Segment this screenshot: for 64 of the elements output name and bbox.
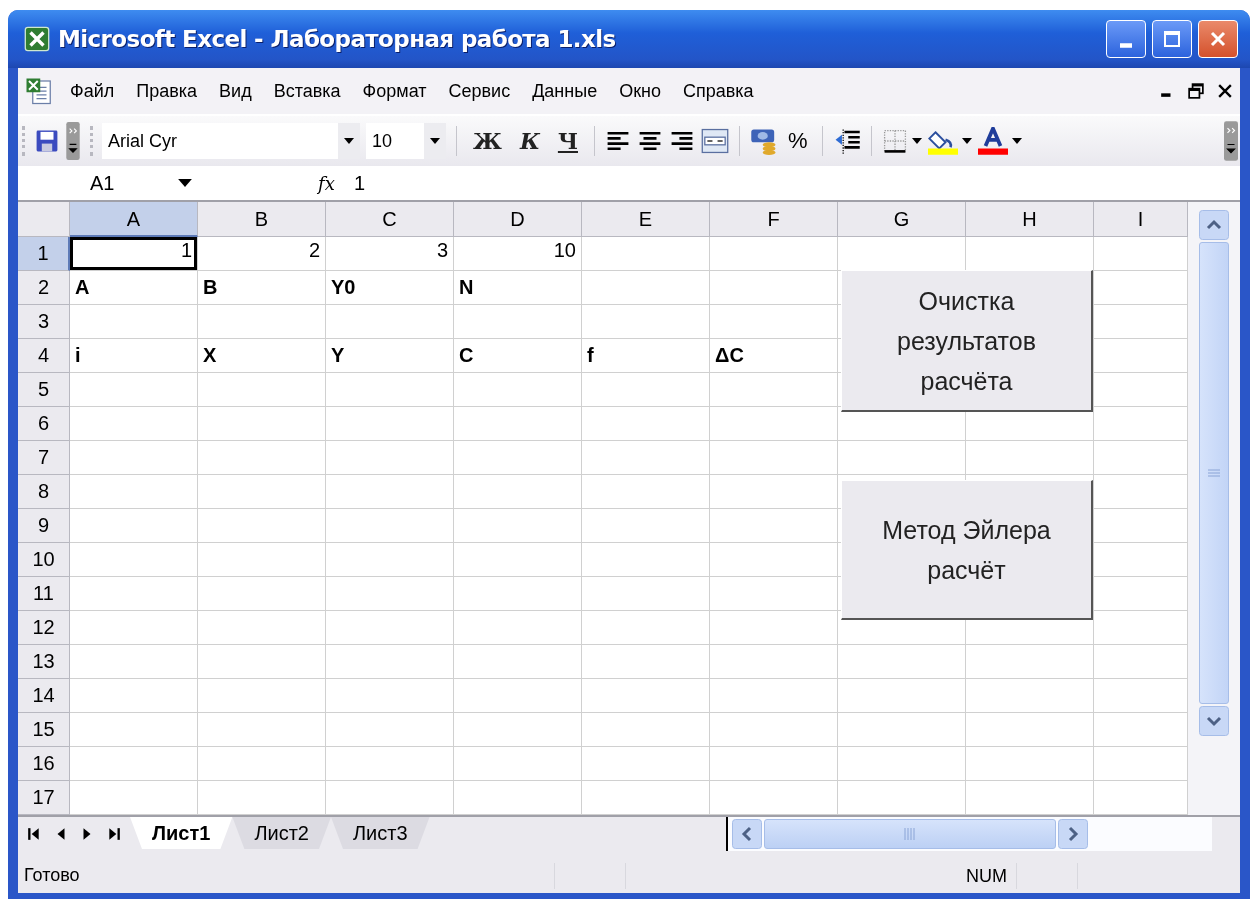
column-header[interactable]: I [1094, 202, 1188, 237]
row-header[interactable]: 15 [18, 713, 70, 747]
column-header[interactable]: D [454, 202, 582, 237]
row-header[interactable]: 4 [18, 339, 70, 373]
row-header[interactable]: 5 [18, 373, 70, 407]
function-button[interactable]: fx [318, 172, 344, 194]
menu-item[interactable]: Файл [70, 80, 115, 102]
table-cell: i [70, 339, 198, 373]
menu-item[interactable]: Правка [136, 80, 198, 102]
row-header[interactable]: 13 [18, 645, 70, 679]
macro-button[interactable]: Метод Эйлера расчёт [841, 480, 1093, 620]
sheet-tab[interactable]: Лист1 [130, 817, 233, 849]
row-header[interactable]: 10 [18, 543, 70, 577]
table-cell: C [454, 339, 582, 373]
table-cell: 1 [70, 237, 198, 271]
menu-item[interactable]: Сервис [448, 80, 511, 102]
bold-button[interactable]: Ж [467, 128, 508, 154]
table-cell: X [198, 339, 326, 373]
row-header[interactable]: 14 [18, 679, 70, 713]
column-header[interactable]: C [326, 202, 454, 237]
row-header[interactable]: 7 [18, 441, 70, 475]
sheet-tab[interactable]: Лист3 [330, 817, 430, 849]
menu-item[interactable]: Справка [683, 80, 754, 102]
table-cell: f [582, 339, 710, 373]
menu-item[interactable]: Вид [219, 80, 252, 102]
status-text: Готово [23, 865, 81, 886]
row-header[interactable]: 16 [18, 747, 70, 781]
table-cell: ΔC [710, 339, 838, 373]
row-header[interactable]: 17 [18, 781, 70, 815]
row-header[interactable]: 1 [18, 237, 70, 271]
column-header[interactable]: H [966, 202, 1094, 237]
table-cell: Y [326, 339, 454, 373]
menu-item[interactable]: Окно [619, 80, 661, 102]
font-dropdown[interactable]: Arial Cyr [102, 123, 360, 159]
num-lock-indicator: NUM [965, 864, 1008, 888]
row-header[interactable]: 2 [18, 271, 70, 305]
window-title: Microsoft Excel - Лабораторная работа 1.xls [58, 26, 616, 52]
column-header[interactable]: E [582, 202, 710, 237]
column-header[interactable]: G [838, 202, 966, 237]
row-header[interactable]: 9 [18, 509, 70, 543]
menu-item[interactable]: Вставка [273, 80, 341, 102]
row-header[interactable]: 3 [18, 305, 70, 339]
row-header[interactable]: 11 [18, 577, 70, 611]
row-header[interactable]: 12 [18, 611, 70, 645]
percent-button[interactable]: % [784, 128, 812, 154]
table-cell: 3 [326, 237, 454, 271]
column-header[interactable]: A [70, 202, 198, 237]
italic-button[interactable]: К [513, 128, 546, 154]
row-header[interactable]: 8 [18, 475, 70, 509]
table-cell: Y0 [326, 271, 454, 305]
sheet-tab[interactable]: Лист2 [232, 817, 331, 849]
table-cell: 10 [454, 237, 582, 271]
table-cell: B [198, 271, 326, 305]
table-cell: A [70, 271, 198, 305]
underline-button[interactable]: Ч [551, 128, 584, 154]
column-header[interactable]: F [710, 202, 838, 237]
table-cell: N [454, 271, 582, 305]
menu-item[interactable]: Формат [362, 80, 427, 102]
row-header[interactable]: 6 [18, 407, 70, 441]
font-size-dropdown[interactable]: 10 [366, 123, 446, 159]
table-cell: 2 [198, 237, 326, 271]
macro-button[interactable]: Очистка результатов расчёта [841, 270, 1093, 412]
column-header[interactable]: B [198, 202, 326, 237]
menu-item[interactable]: Данные [532, 80, 598, 102]
